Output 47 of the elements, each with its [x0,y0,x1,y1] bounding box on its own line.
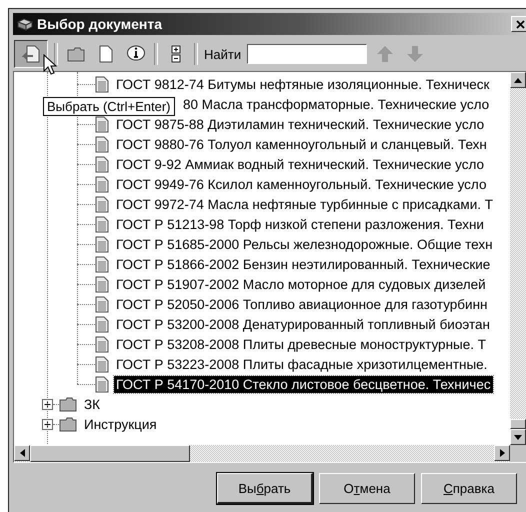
down-triangle-icon [514,434,522,440]
tree-item[interactable]: ГОСТ Р 51685-2000 Рельсы железнодорожные. Общие техн [114,236,495,252]
folder-icon [59,396,77,412]
window-title: Выбор документа [37,16,164,32]
expand-collapse-icon [171,44,181,64]
horizontal-scrollbar[interactable] [14,445,510,462]
tree-item[interactable]: ГОСТ Р 51866-2002 Бензин неэтилированный. Технические [114,256,492,272]
help-button[interactable]: Справка [421,473,517,504]
tree-item[interactable]: ГОСТ Р 53200-2008 Денатурированный топливный биоэтан [114,316,492,332]
info-icon [126,45,146,63]
document-arrow-icon [21,44,41,64]
vertical-scrollbar[interactable] [510,72,526,445]
scrollbar-thumb[interactable] [30,445,190,462]
right-triangle-icon [500,449,504,457]
select-button[interactable]: Выбрать [217,473,313,504]
tree-item[interactable]: ГОСТ Р 52050-2006 Топливо авиационное для газотурбинн [114,296,490,312]
up-triangle-icon [514,78,522,82]
tree-item[interactable]: ГОСТ Р 53223-2008 Плиты фасадные хризотилцементные. [114,356,490,372]
left-triangle-icon [20,449,24,457]
select-button[interactable] [14,40,48,68]
tree-item[interactable]: ГОСТ 9880-76 Толуол каменноугольный и сланцевый. Техн [114,136,489,152]
tree-item[interactable]: ГОСТ 9949-76 Ксилол каменноугольный. Технические усло [114,176,488,192]
tree-item[interactable]: ГОСТ Р 53208-2008 Плиты древесные моноструктурные. Т [114,336,488,352]
document-icon [99,45,113,63]
tree-item[interactable]: ГОСТ 9875-88 Диэтиламин технический. Технические усло [114,116,486,132]
expand-icon[interactable] [42,418,53,430]
search-field[interactable] [247,44,368,64]
cancel-button[interactable]: Отмена [319,473,415,504]
tree-item[interactable]: 80 Масла трансформаторные. Технические усло [181,96,492,112]
tree-item[interactable]: ГОСТ Р 51907-2002 Масло моторное для судовых дизелей [114,276,488,292]
tree-item[interactable]: ЗК [82,396,102,412]
tree-item[interactable]: ГОСТ Р 54170-2010 Стекло листовое бесцветное. Техничес [114,376,493,392]
tree-item[interactable]: ГОСТ 9812-74 Битумы нефтяные изоляционные. Техническ [114,76,492,92]
down-arrow-icon [406,45,424,63]
folder-icon [67,46,85,62]
find-label: Найти [204,46,242,62]
tree-item[interactable]: ГОСТ 9-92 Аммиак водный технический. Технические усло [114,156,486,172]
scrollbar-thumb[interactable] [510,419,526,429]
tooltip: Выбрать (Ctrl+Enter) [43,97,175,116]
expand-icon[interactable] [42,398,53,410]
close-button[interactable] [511,16,526,32]
folder-icon [59,416,77,432]
up-arrow-icon [376,45,394,63]
tree-item[interactable]: ГОСТ 9972-74 Масла нефтяные турбинные с присадками. Т [114,196,495,212]
tree-item[interactable]: ГОСТ Р 51213-98 Торф низкой степени разложения. Техни [114,216,486,232]
tree-item[interactable]: Инструкция [82,416,159,432]
close-icon [516,20,524,28]
